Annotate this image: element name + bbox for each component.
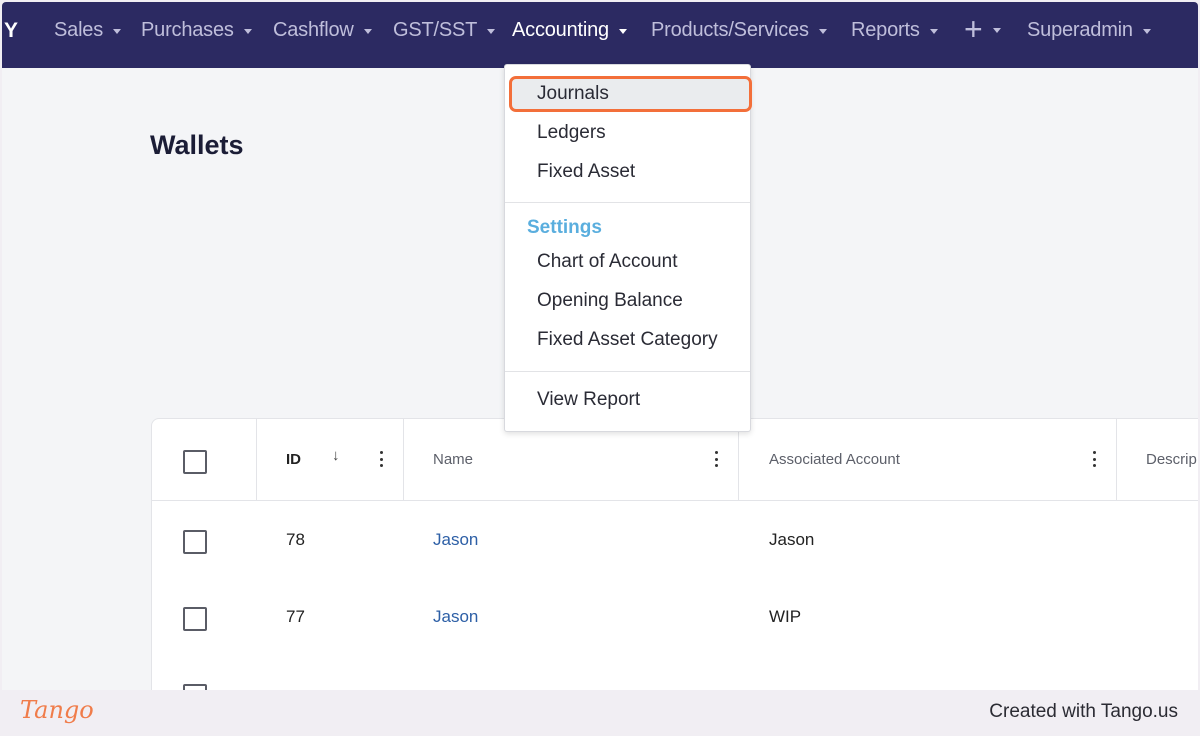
chevron-down-icon: [618, 29, 627, 34]
page-title: Wallets: [150, 130, 244, 160]
chevron-down-icon: [1142, 29, 1151, 34]
nav-accounting[interactable]: Accounting: [512, 19, 627, 42]
menu-section-settings: Settings: [527, 217, 602, 238]
menu-item-opening-balance[interactable]: Opening Balance: [537, 290, 683, 312]
nav-reports[interactable]: Reports: [851, 19, 938, 42]
brand-logo[interactable]: Y: [4, 19, 18, 43]
cell-account: WIP: [769, 607, 802, 626]
menu-item-ledgers[interactable]: Ledgers: [537, 122, 606, 144]
nav-sales[interactable]: Sales: [54, 19, 122, 42]
nav-label: Reports: [851, 19, 920, 41]
column-header-associated-account[interactable]: Associated Account: [769, 451, 900, 468]
arrow-down-icon[interactable]: ↓: [332, 447, 340, 464]
column-menu-icon[interactable]: [379, 451, 383, 467]
row-checkbox[interactable]: [183, 530, 207, 554]
menu-item-journals[interactable]: Journals: [537, 83, 609, 105]
column-divider: [256, 419, 257, 501]
table-row[interactable]: 78 Jason Jason: [152, 502, 1198, 579]
cell-name-link[interactable]: Jason: [433, 530, 478, 550]
menu-item-view-report[interactable]: View Report: [537, 389, 640, 411]
chevron-down-icon: [243, 29, 252, 34]
cell-id: 78: [286, 530, 305, 549]
column-menu-icon[interactable]: [714, 451, 718, 467]
nav-products-services[interactable]: Products/Services: [651, 19, 827, 42]
tango-logo: Tango: [20, 696, 94, 724]
column-header-name[interactable]: Name: [433, 451, 473, 468]
row-checkbox[interactable]: [183, 607, 207, 631]
menu-divider: [505, 371, 750, 372]
app-window: Y Sales Purchases Cashflow GST/SST Accou…: [2, 2, 1198, 690]
column-header-id[interactable]: ID: [286, 451, 301, 468]
chevron-down-icon: [113, 29, 122, 34]
nav-superadmin[interactable]: Superadmin: [1027, 19, 1151, 42]
menu-item-fixed-asset[interactable]: Fixed Asset: [537, 161, 635, 183]
column-divider: [403, 419, 404, 501]
column-header-description[interactable]: Descrip: [1146, 451, 1197, 468]
menu-divider: [505, 202, 750, 203]
chevron-down-icon: [487, 29, 496, 34]
chevron-down-icon: [818, 29, 827, 34]
chevron-down-icon: [363, 29, 372, 34]
column-menu-icon[interactable]: [1092, 451, 1096, 467]
footer-credit: Created with Tango.us: [989, 701, 1178, 722]
chevron-down-icon: [929, 29, 938, 34]
nav-label: Superadmin: [1027, 19, 1133, 41]
top-navbar: Y Sales Purchases Cashflow GST/SST Accou…: [2, 2, 1198, 68]
nav-label: Products/Services: [651, 19, 809, 41]
nav-label: Cashflow: [273, 19, 354, 41]
plus-icon: +: [964, 11, 983, 47]
nav-purchases[interactable]: Purchases: [141, 19, 252, 42]
chevron-down-icon: [992, 27, 1001, 33]
table-row[interactable]: [152, 656, 1198, 690]
cell-name-link[interactable]: Jason: [433, 607, 478, 627]
nav-gst-sst[interactable]: GST/SST: [393, 19, 496, 42]
nav-label: GST/SST: [393, 19, 478, 41]
cell-account: Jason: [769, 530, 815, 549]
column-divider: [1116, 419, 1117, 501]
table-row[interactable]: 77 Jason WIP: [152, 579, 1198, 656]
nav-label: Purchases: [141, 19, 234, 41]
cell-id: 77: [286, 607, 305, 626]
menu-item-fixed-asset-category[interactable]: Fixed Asset Category: [537, 329, 718, 351]
menu-item-chart-of-account[interactable]: Chart of Account: [537, 251, 677, 273]
nav-cashflow[interactable]: Cashflow: [273, 19, 372, 42]
nav-label: Sales: [54, 19, 104, 41]
select-all-checkbox[interactable]: [183, 450, 207, 474]
nav-label: Accounting: [512, 19, 609, 41]
wallets-table: ID ↓ Name Associated Account Descrip 78 …: [151, 418, 1198, 690]
accounting-dropdown-menu: Journals Ledgers Fixed Asset Settings Ch…: [504, 64, 752, 432]
tango-footer: Tango Created with Tango.us: [0, 690, 1200, 736]
nav-add[interactable]: +: [964, 11, 1001, 47]
